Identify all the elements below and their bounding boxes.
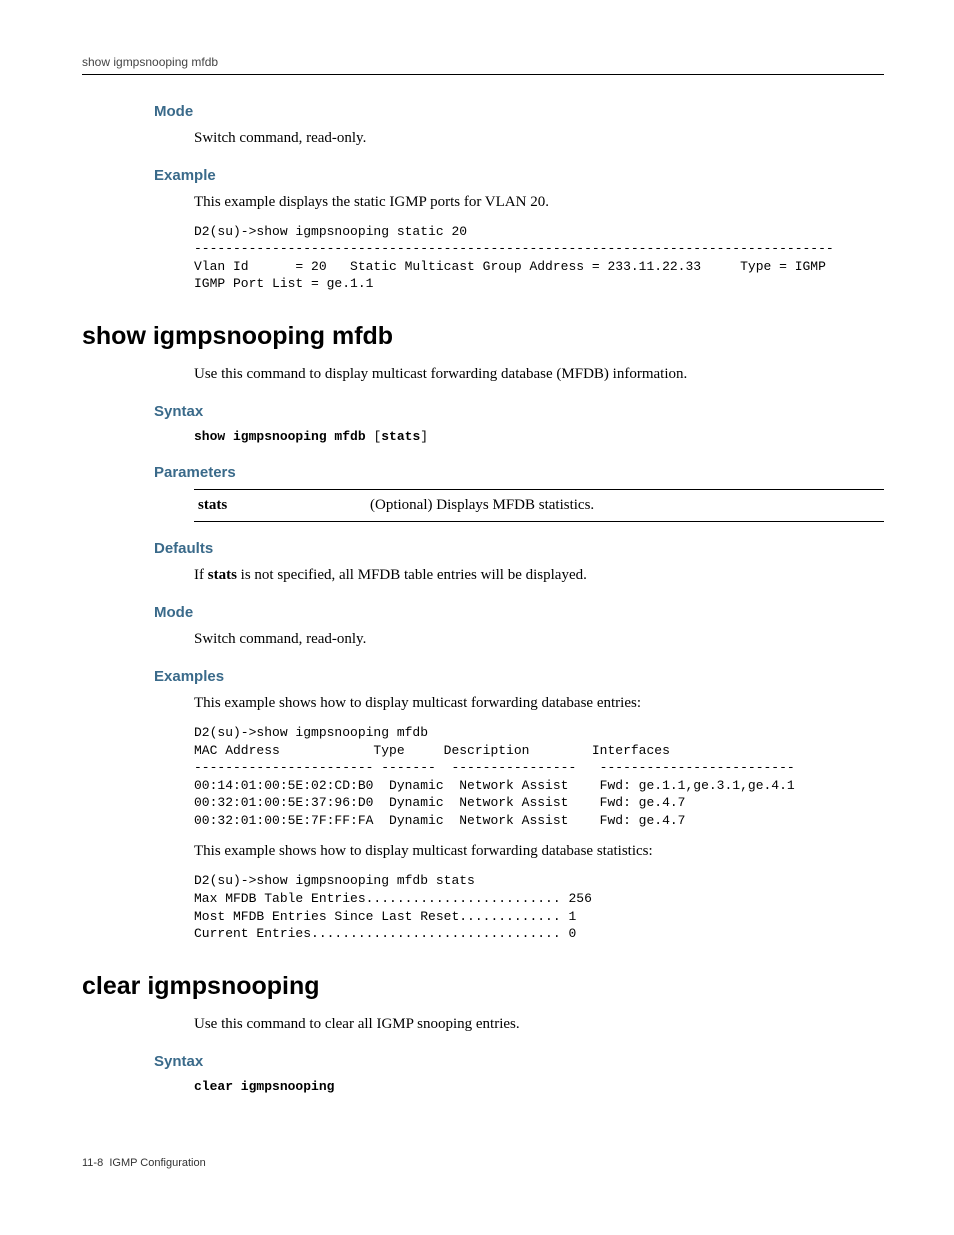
syntax-opt-bold: stats (381, 429, 420, 444)
syntax-bracket-open: [ (366, 429, 382, 444)
example-heading-1: Example (154, 165, 884, 186)
examples-code-2: D2(su)->show igmpsnooping mfdb stats Max… (194, 872, 884, 942)
syntax-cmd-bold: show igmpsnooping mfdb (194, 429, 366, 444)
footer-chapter: IGMP Configuration (109, 1157, 205, 1169)
section-title-mfdb: show igmpsnooping mfdb (82, 319, 884, 354)
syntax-heading-mfdb: Syntax (154, 401, 884, 422)
defaults-post: is not specified, all MFDB table entries… (237, 567, 587, 583)
mode-text-2: Switch command, read-only. (194, 629, 884, 650)
running-header: show igmpsnooping mfdb (82, 54, 884, 75)
examples-intro-1: This example shows how to display multic… (194, 693, 884, 714)
table-row: stats (Optional) Displays MFDB statistic… (194, 490, 884, 522)
section-desc-clear: Use this command to clear all IGMP snoop… (194, 1014, 884, 1035)
mode-heading-2: Mode (154, 602, 884, 623)
section-desc-mfdb: Use this command to display multicast fo… (194, 364, 884, 385)
parameters-table: stats (Optional) Displays MFDB statistic… (194, 489, 884, 522)
param-desc: (Optional) Displays MFDB statistics. (366, 490, 884, 522)
footer-pagenum: 11-8 (82, 1157, 103, 1169)
defaults-text: If stats is not specified, all MFDB tabl… (194, 565, 884, 586)
syntax-heading-clear: Syntax (154, 1051, 884, 1072)
examples-heading: Examples (154, 666, 884, 687)
example-code-1: D2(su)->show igmpsnooping static 20 ----… (194, 223, 884, 293)
mode-text-1: Switch command, read-only. (194, 128, 884, 149)
syntax-line-mfdb: show igmpsnooping mfdb [stats] (194, 428, 884, 446)
defaults-heading: Defaults (154, 538, 884, 559)
defaults-pre: If (194, 567, 208, 583)
page-footer: 11-8 IGMP Configuration (82, 1156, 884, 1171)
param-name: stats (194, 490, 366, 522)
mode-heading-1: Mode (154, 101, 884, 122)
parameters-heading: Parameters (154, 462, 884, 483)
syntax-line-clear: clear igmpsnooping (194, 1078, 884, 1096)
syntax-bracket-close: ] (420, 429, 428, 444)
example-intro-1: This example displays the static IGMP po… (194, 192, 884, 213)
section-title-clear: clear igmpsnooping (82, 969, 884, 1004)
defaults-bold: stats (208, 567, 237, 583)
examples-intro-2: This example shows how to display multic… (194, 841, 884, 862)
examples-code-1: D2(su)->show igmpsnooping mfdb MAC Addre… (194, 724, 884, 829)
